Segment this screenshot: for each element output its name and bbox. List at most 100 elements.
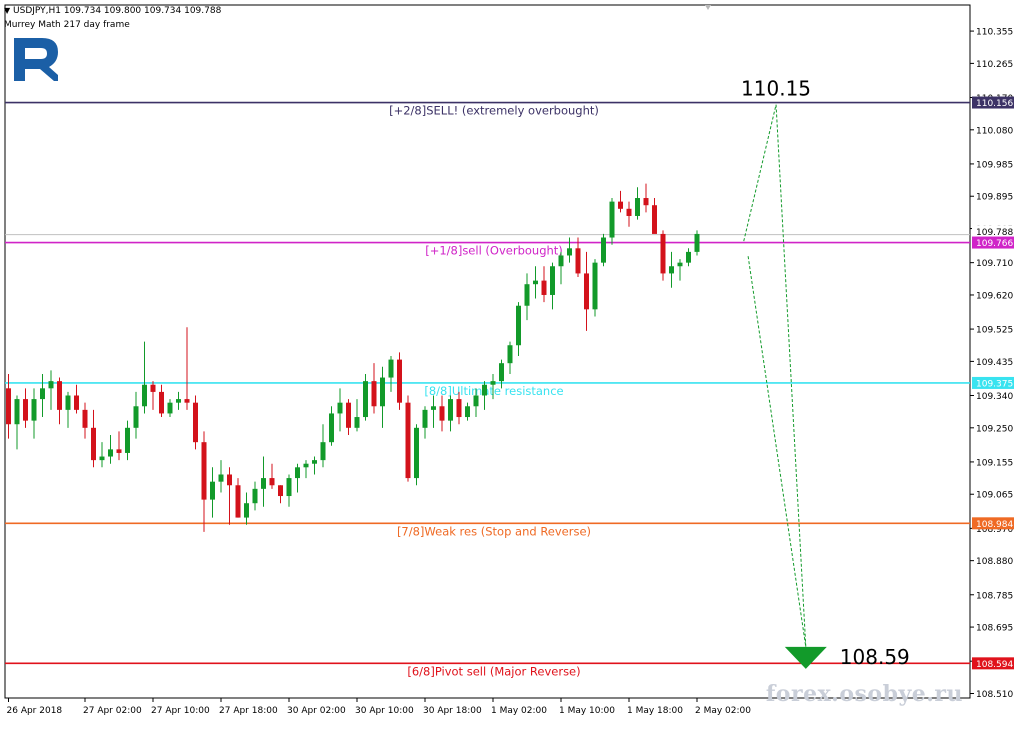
candle-body bbox=[193, 402, 198, 443]
level-label: [+2/8]SELL! (extremely overbought) bbox=[389, 104, 599, 118]
target-low-label: 108.59 bbox=[840, 645, 910, 669]
candle-body bbox=[473, 395, 479, 407]
candle-body bbox=[295, 467, 300, 479]
candle-body bbox=[40, 388, 45, 400]
x-tick-label: 1 May 02:00 bbox=[491, 706, 547, 716]
candle bbox=[694, 230, 700, 256]
y-tick-label: 108.880 bbox=[976, 557, 1013, 567]
candle-body bbox=[150, 384, 156, 392]
candle-body bbox=[626, 208, 632, 216]
candle-body bbox=[218, 474, 224, 482]
level-label: [8/8]Ultimate resistance bbox=[424, 384, 563, 398]
candle-body bbox=[507, 345, 513, 364]
candle-body bbox=[201, 442, 207, 500]
candle-body bbox=[14, 399, 20, 425]
indicator-name: Murrey Math 217 day frame bbox=[4, 20, 130, 30]
chart-root[interactable]: [+2/8]SELL! (extremely overbought) [+1/8]… bbox=[0, 0, 1015, 725]
y-tick-label: 109.985 bbox=[976, 160, 1013, 170]
candle-body bbox=[541, 280, 547, 295]
candle-body bbox=[516, 305, 521, 346]
level-label: [+1/8]sell (Overbought) bbox=[425, 244, 563, 258]
candle-body bbox=[244, 503, 249, 518]
price-chart[interactable]: [+2/8]SELL! (extremely overbought) [+1/8]… bbox=[0, 0, 1015, 725]
candle-body bbox=[490, 381, 496, 385]
candle-body bbox=[694, 233, 700, 252]
x-tick-label: 27 Apr 18:00 bbox=[219, 706, 278, 716]
candle-body bbox=[278, 485, 283, 497]
y-tick-label: 109.155 bbox=[976, 458, 1013, 468]
candle-body bbox=[652, 205, 657, 234]
candle-body bbox=[286, 478, 292, 497]
x-tick-label: 30 Apr 02:00 bbox=[287, 706, 346, 716]
candle-body bbox=[329, 413, 334, 443]
candle-body bbox=[74, 395, 79, 410]
candle-body bbox=[609, 201, 615, 238]
x-tick-label: 27 Apr 02:00 bbox=[83, 706, 142, 716]
candle-body bbox=[252, 488, 258, 504]
candle-body bbox=[6, 388, 11, 425]
candle-body bbox=[184, 399, 190, 403]
candle-body bbox=[91, 427, 96, 461]
candle-body bbox=[176, 399, 181, 403]
candle-body bbox=[550, 266, 555, 295]
candle-body bbox=[618, 201, 623, 209]
candle-body bbox=[303, 463, 309, 468]
price-tag-label: 109.375 bbox=[976, 379, 1013, 389]
price-tag-label: 108.594 bbox=[976, 660, 1013, 670]
symbol-quote-line: USDJPY,H1 109.734 109.800 109.734 109.78… bbox=[13, 6, 222, 16]
candle-body bbox=[456, 399, 462, 418]
x-tick-label: 26 Apr 2018 bbox=[7, 706, 63, 716]
candle-body bbox=[601, 237, 606, 263]
candle-body bbox=[592, 262, 598, 310]
x-tick-label: 1 May 18:00 bbox=[627, 706, 683, 716]
candle bbox=[193, 395, 198, 450]
x-tick-label: 2 May 02:00 bbox=[695, 706, 751, 716]
price-tag-label: 110.156 bbox=[976, 99, 1013, 109]
candle bbox=[414, 424, 419, 486]
x-tick-label: 1 May 10:00 bbox=[559, 706, 615, 716]
candle-body bbox=[337, 402, 343, 414]
y-tick-label: 110.355 bbox=[976, 28, 1013, 38]
candle-body bbox=[210, 481, 215, 500]
candle-body bbox=[125, 427, 130, 453]
candle bbox=[397, 352, 402, 410]
candle-body bbox=[533, 280, 538, 285]
candle-body bbox=[524, 284, 530, 306]
candle-body bbox=[159, 391, 164, 414]
y-tick-label: 109.065 bbox=[976, 491, 1013, 501]
y-tick-label: 109.250 bbox=[976, 424, 1013, 434]
candle-body bbox=[669, 266, 674, 274]
level-label: [7/8]Weak res (Stop and Reverse) bbox=[397, 524, 591, 538]
x-tick-label: 27 Apr 10:00 bbox=[151, 706, 210, 716]
candle-body bbox=[354, 417, 360, 428]
x-tick-label: 30 Apr 18:00 bbox=[423, 706, 482, 716]
candle bbox=[405, 395, 411, 482]
candle-body bbox=[405, 402, 411, 479]
candle-body bbox=[48, 381, 54, 389]
candle-body bbox=[346, 402, 351, 428]
candle-body bbox=[142, 384, 147, 407]
candle-body bbox=[414, 427, 419, 479]
price-tag-label: 108.984 bbox=[976, 520, 1013, 530]
y-tick-label: 108.510 bbox=[976, 690, 1013, 700]
candle-body bbox=[575, 248, 581, 274]
dropdown-triangle-icon[interactable]: ▼ bbox=[4, 6, 10, 15]
candle bbox=[660, 230, 666, 281]
candle bbox=[601, 233, 606, 267]
y-tick-label: 109.620 bbox=[976, 291, 1013, 301]
target-high-label: 110.15 bbox=[741, 77, 811, 101]
candle-body bbox=[677, 262, 683, 267]
candle-body bbox=[320, 442, 326, 461]
candle-body bbox=[686, 251, 691, 263]
candle-body bbox=[465, 406, 470, 418]
candle-body bbox=[167, 402, 173, 414]
candle-body bbox=[227, 474, 232, 486]
y-tick-label: 109.525 bbox=[976, 326, 1013, 336]
chart-header-row: ▼ USDJPY,H1 109.734 109.800 109.734 109.… bbox=[4, 6, 221, 16]
candle-body bbox=[635, 198, 640, 216]
y-tick-label: 110.265 bbox=[976, 60, 1013, 70]
candle-body bbox=[431, 406, 436, 410]
candle-body bbox=[312, 460, 317, 464]
candle bbox=[592, 259, 598, 317]
candle-body bbox=[116, 449, 122, 453]
